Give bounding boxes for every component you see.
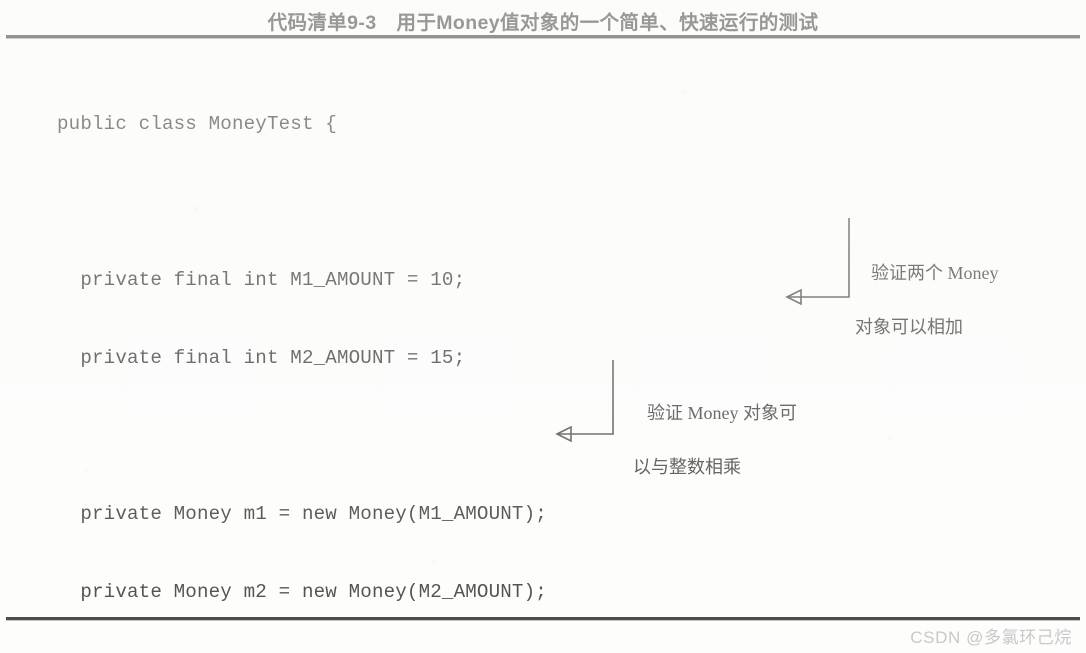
- code-line: private Money m2 = new Money(M2_AMOUNT);: [57, 581, 547, 603]
- code-line: private Money m1 = new Money(M1_AMOUNT);: [57, 503, 547, 525]
- arrow-leader-line: [557, 360, 614, 435]
- book-page-figure: 代码清单9-3 用于Money值对象的一个简单、快速运行的测试 public c…: [0, 0, 1086, 653]
- caption-divider-top: [6, 35, 1080, 38]
- code-listing: public class MoneyTest { private final i…: [57, 59, 955, 653]
- annotation-verify-multiply-line2: 以与整数相乘: [633, 457, 741, 477]
- code-line: private final int M2_AMOUNT = 15;: [57, 347, 466, 369]
- annotation-verify-add: 验证两个 Money 对象可以相加: [855, 233, 1060, 341]
- annotation-verify-multiply: 验证 Money 对象可 以与整数相乘: [633, 373, 843, 481]
- figure-caption: 代码清单9-3 用于Money值对象的一个简单、快速运行的测试: [267, 12, 819, 34]
- annotation-verify-add-line1: 验证两个 Money: [871, 263, 999, 283]
- csdn-watermark: CSDN @多氯环己烷: [910, 628, 1072, 647]
- annotation-verify-add-line2: 对象可以相加: [855, 317, 963, 337]
- annotation-verify-multiply-line1: 验证 Money 对象可: [647, 403, 797, 423]
- arrow-leader-line: [787, 218, 850, 298]
- code-line: public class MoneyTest {: [57, 113, 337, 135]
